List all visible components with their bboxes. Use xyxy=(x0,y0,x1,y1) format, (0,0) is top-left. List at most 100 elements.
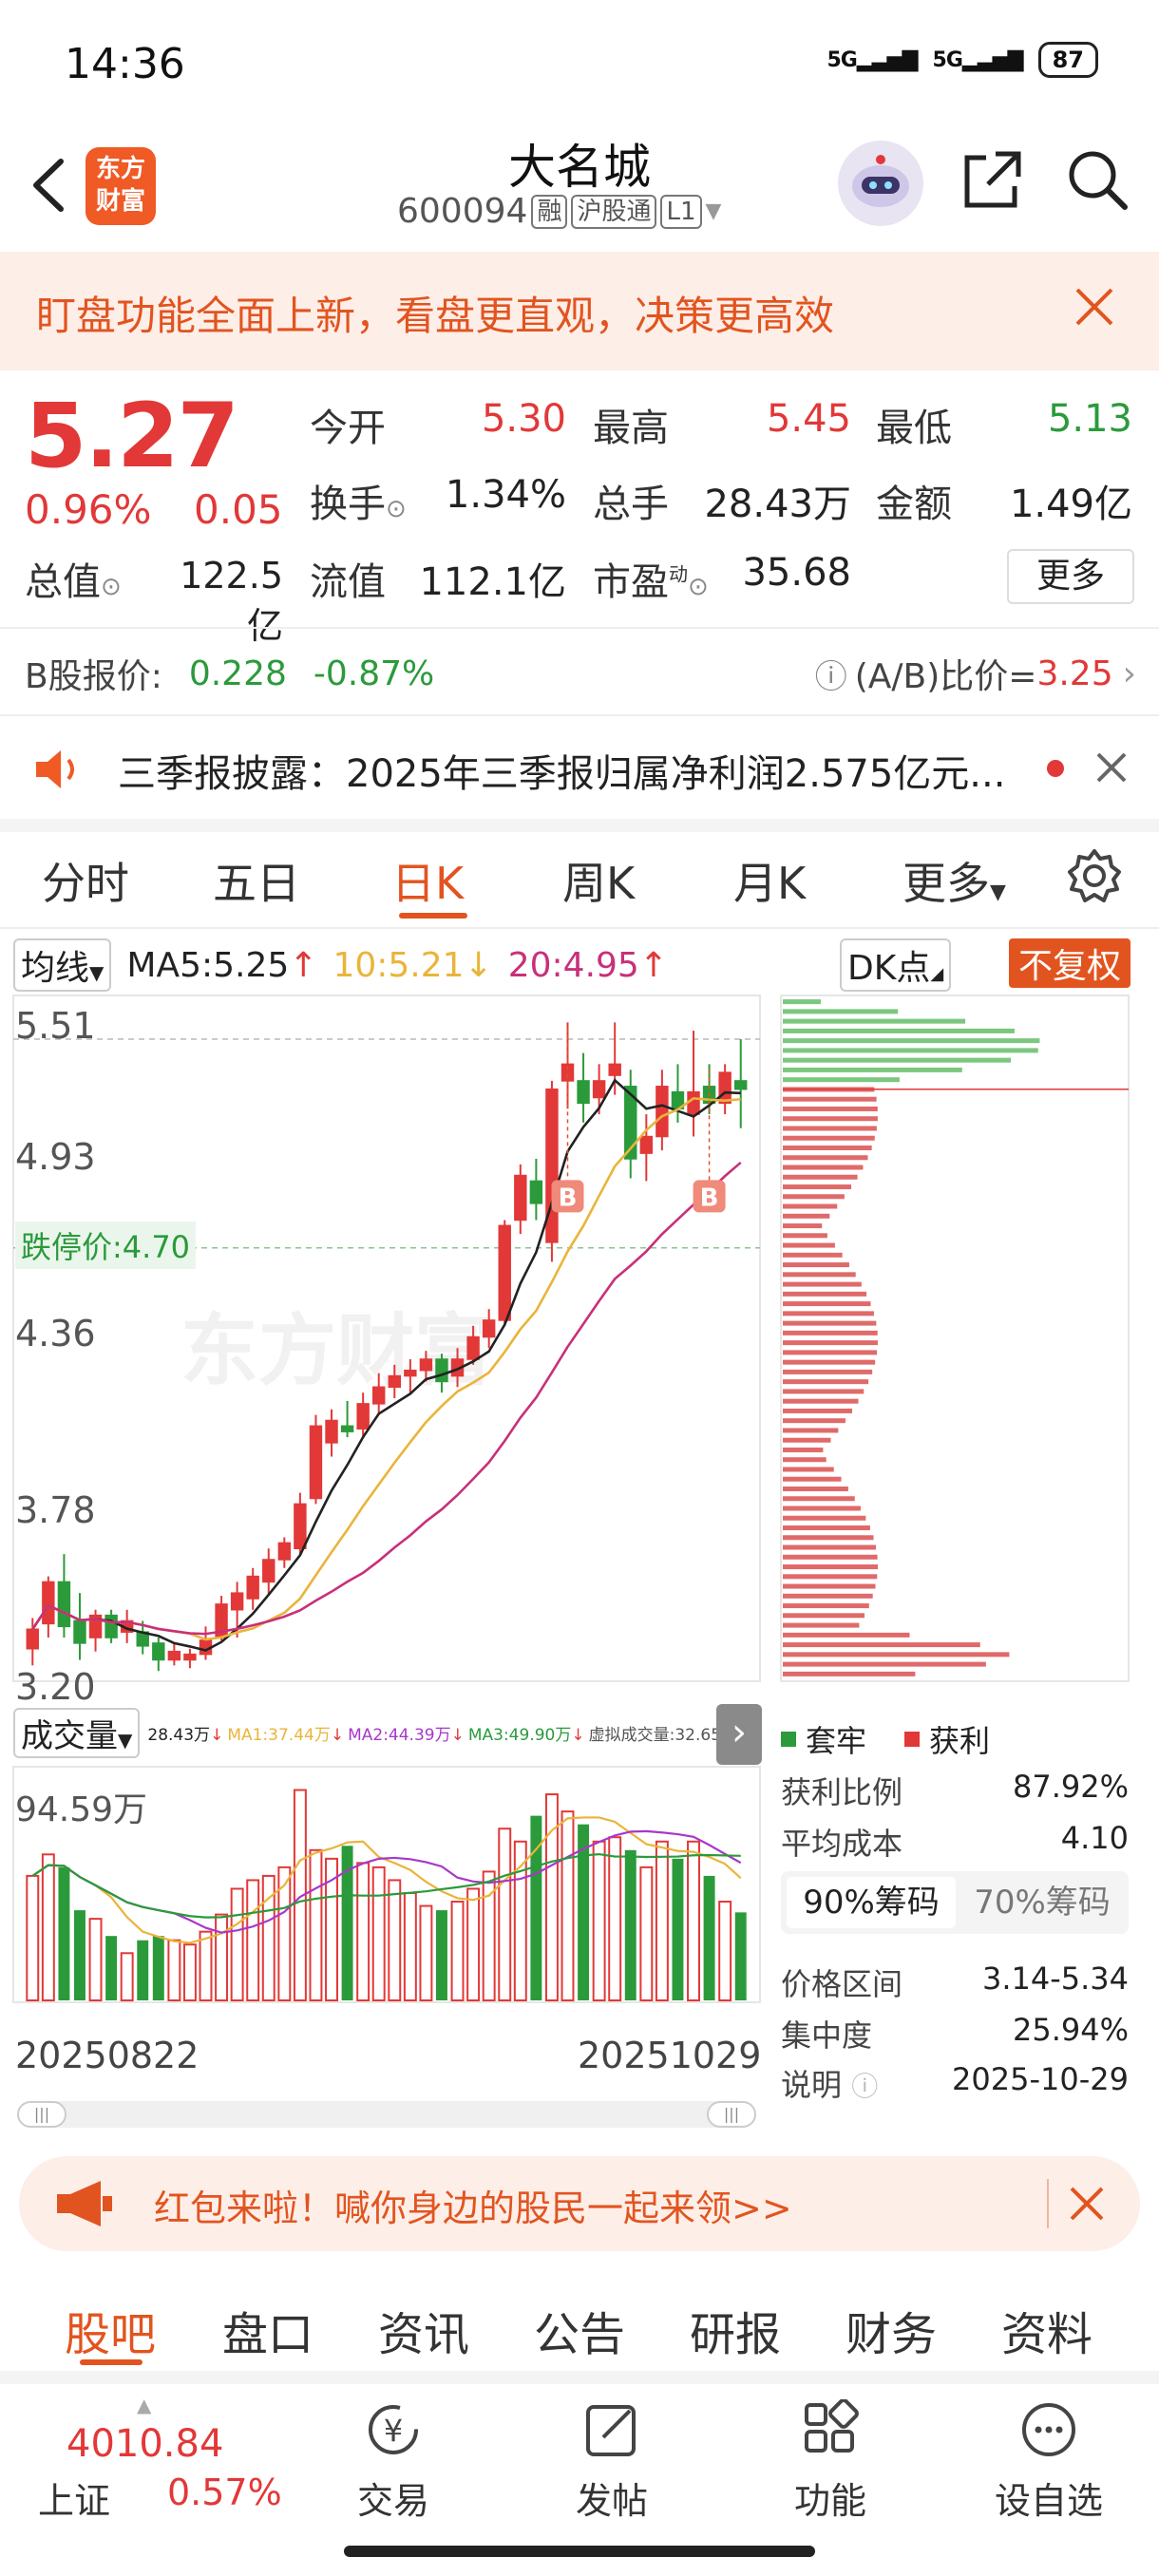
note-label[interactable]: 说明 ⓘ xyxy=(781,2061,878,2105)
tab-more[interactable]: 更多▼ xyxy=(902,849,1006,912)
more-dots-icon xyxy=(1022,2403,1075,2456)
promo-banner[interactable]: 盯盘功能全面上新，看盘更直观，决策更高效 xyxy=(0,252,1159,370)
nav-functions[interactable]: 功能 xyxy=(754,2398,906,2524)
stock-code: 600094 xyxy=(397,192,528,231)
tab-profile[interactable]: 资料 xyxy=(1001,2297,1092,2363)
pe-label[interactable]: 市盈动⊙ xyxy=(593,551,709,606)
chip-bar xyxy=(783,1233,827,1239)
volume-bar xyxy=(655,1840,669,2002)
status-time: 14:36 xyxy=(65,40,185,88)
chip-bar xyxy=(783,1408,853,1413)
tick-label: 4.93 xyxy=(15,1136,96,1178)
svg-text:¥: ¥ xyxy=(384,2413,403,2449)
chip-bar xyxy=(783,1116,878,1122)
volume-indicator-select[interactable]: 成交量▼ xyxy=(13,1708,141,1758)
mktcap-label[interactable]: 总值⊙ xyxy=(25,551,122,606)
close-icon[interactable] xyxy=(1064,2181,1110,2226)
tab-finance[interactable]: 财务 xyxy=(846,2297,937,2363)
legend-trapped: 套牢 xyxy=(806,1723,867,1759)
legend-profit: 获利 xyxy=(929,1723,991,1759)
chip-bar xyxy=(783,1350,878,1355)
tab-chip-70[interactable]: 70%筹码 xyxy=(961,1877,1123,1928)
volume-bar xyxy=(167,1939,181,2001)
nav-watchlist[interactable]: 设自选 xyxy=(973,2399,1125,2524)
close-icon[interactable] xyxy=(1089,745,1134,790)
low-label: 最低 xyxy=(876,407,952,450)
candle-body xyxy=(294,1503,307,1550)
expand-arrow-icon[interactable]: › xyxy=(716,1704,762,1765)
tab-monthly-k[interactable]: 月K xyxy=(733,849,806,912)
chip-bar xyxy=(783,1223,823,1229)
tab-five-day[interactable]: 五日 xyxy=(213,849,300,912)
volume-bar xyxy=(687,1840,700,2002)
search-icon[interactable] xyxy=(1062,144,1132,215)
profit-ratio-label: 获利比例 xyxy=(781,1774,903,1810)
watermark: 东方财富 xyxy=(180,1306,492,1396)
stock-code-row[interactable]: 600094 融 沪股通 L1 ▼ xyxy=(397,192,721,231)
index-widget[interactable]: ▲ 4010.84 上证 0.57% xyxy=(38,2394,323,2522)
signal-icon-2: 5G▂▃▅▇ xyxy=(932,47,1024,72)
chip-tabs: 90%筹码 70%筹码 xyxy=(781,1871,1129,1934)
legend-swatch-profit xyxy=(904,1732,921,1747)
home-indicator xyxy=(344,2546,815,2557)
chip-bar xyxy=(783,999,821,1005)
tab-research[interactable]: 研报 xyxy=(690,2297,781,2363)
turnover-label[interactable]: 换手⊙ xyxy=(310,473,407,528)
tab-daily-k[interactable]: 日K xyxy=(391,849,464,912)
red-packet-banner[interactable]: 红包来啦！喊你身边的股民一起来领>> xyxy=(19,2156,1140,2251)
chip-bar xyxy=(783,1642,980,1648)
share-icon[interactable] xyxy=(958,144,1028,215)
scrubber-right-handle[interactable]: ||| xyxy=(707,2101,756,2128)
profit-ratio-value: 87.92% xyxy=(1012,1769,1129,1805)
tab-weekly-k[interactable]: 周K xyxy=(562,849,635,912)
tab-pankou[interactable]: 盘口 xyxy=(222,2297,314,2363)
candle-body xyxy=(514,1174,527,1222)
range-scrubber[interactable]: ||| ||| xyxy=(17,2101,756,2128)
tab-announcements[interactable]: 公告 xyxy=(534,2297,625,2363)
tab-chip-90[interactable]: 90%筹码 xyxy=(787,1877,956,1928)
unread-dot xyxy=(1047,760,1064,777)
chip-bar xyxy=(783,1194,845,1200)
tab-intraday[interactable]: 分时 xyxy=(42,849,129,912)
chip-bar xyxy=(783,1291,867,1297)
tab-guba[interactable]: 股吧 xyxy=(65,2297,156,2363)
volume-bar xyxy=(58,1866,70,2000)
chip-bar xyxy=(783,1155,868,1161)
b-share-pct: -0.87% xyxy=(313,653,435,693)
robot-avatar-icon[interactable] xyxy=(838,141,923,226)
help-icon[interactable]: ⓘ xyxy=(815,651,847,697)
app-logo: 东方 财富 xyxy=(86,147,156,225)
chip-bar xyxy=(783,1242,835,1248)
volume-bar xyxy=(246,1879,260,2001)
chip-date: 2025-10-29 xyxy=(952,2061,1129,2097)
volume-legend-today: 28.43万↓ xyxy=(147,1726,224,1745)
back-icon[interactable] xyxy=(21,152,78,218)
news-ticker[interactable]: 三季报披露：2025年三季报归属净利润2.575亿元... xyxy=(0,731,1159,807)
volume-bar xyxy=(403,1892,417,2001)
kline-chart[interactable]: 东方财富 B B xyxy=(0,931,1159,2128)
chip-bar xyxy=(783,1564,878,1570)
gear-icon[interactable] xyxy=(1066,847,1123,904)
candle-body xyxy=(466,1335,480,1360)
chip-bar xyxy=(783,1398,859,1404)
level-tag: L1 xyxy=(660,194,702,229)
divider xyxy=(0,714,1159,716)
volume-bar xyxy=(74,1910,86,2000)
close-icon[interactable] xyxy=(1066,278,1123,335)
chip-bar xyxy=(783,1340,878,1346)
more-button[interactable]: 更多 xyxy=(1007,549,1134,604)
scrubber-left-handle[interactable]: ||| xyxy=(17,2101,66,2128)
tick-label: 3.78 xyxy=(15,1489,96,1531)
nav-trade[interactable]: ¥ 交易 xyxy=(317,2399,469,2524)
b-share-row[interactable]: B股报价: 0.228 -0.87% ⓘ (A/B)比价= 3.25 › xyxy=(25,649,1136,698)
nav-post[interactable]: 发帖 xyxy=(536,2399,688,2524)
avg-cost-value: 4.10 xyxy=(1060,1820,1129,1856)
chip-bar xyxy=(783,1359,876,1365)
info-icon: ⓘ xyxy=(851,2071,879,2102)
candle-body xyxy=(734,1080,748,1090)
chip-bar xyxy=(783,1301,871,1307)
chip-bar xyxy=(783,1457,826,1463)
tab-news[interactable]: 资讯 xyxy=(378,2297,469,2363)
chip-bar xyxy=(783,1418,846,1424)
candle-body xyxy=(104,1614,118,1638)
